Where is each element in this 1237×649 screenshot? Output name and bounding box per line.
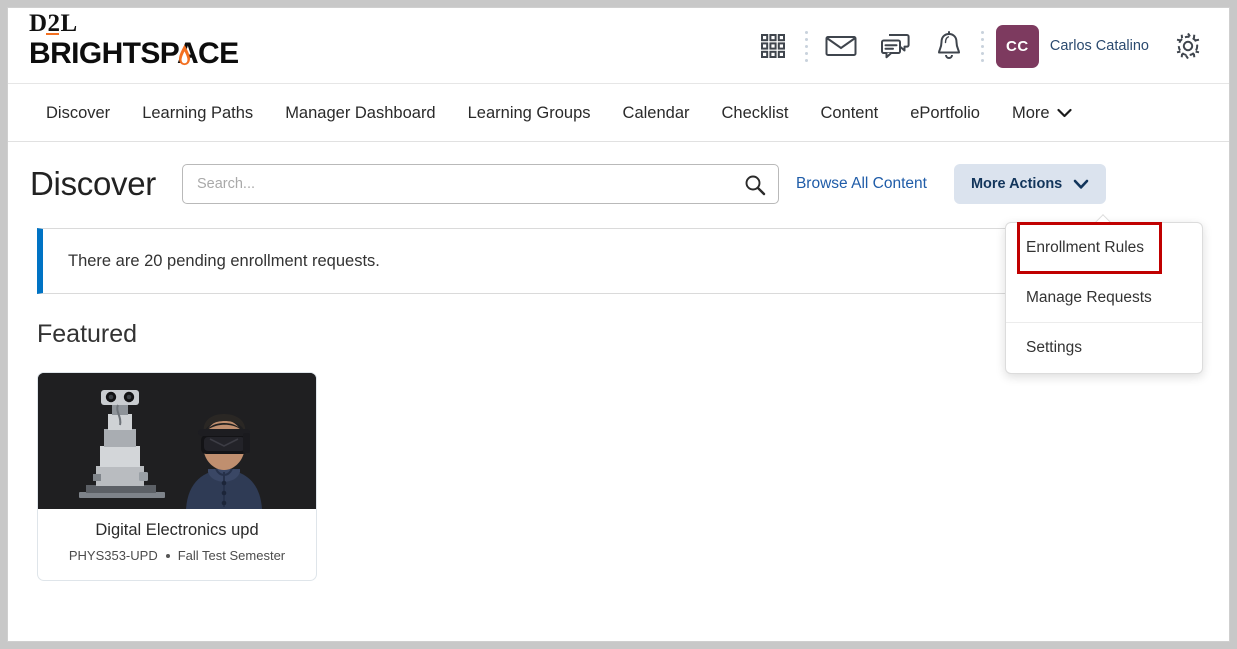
user-name-label[interactable]: Carlos Catalino bbox=[1050, 38, 1149, 54]
header-divider-dots-2 bbox=[976, 28, 990, 64]
header-actions: CC Carlos Catalino bbox=[746, 8, 1215, 84]
search-icon[interactable] bbox=[744, 174, 766, 201]
d2l-wordmark: D2L bbox=[29, 11, 78, 37]
course-semester: Fall Test Semester bbox=[177, 548, 286, 563]
main-navigation: Discover Learning Paths Manager Dashboar… bbox=[8, 84, 1229, 142]
meta-separator-dot bbox=[165, 553, 170, 558]
nav-item-more[interactable]: More bbox=[996, 85, 1088, 141]
nav-item-manager-dashboard[interactable]: Manager Dashboard bbox=[269, 85, 451, 141]
application-window: D2L BRIGHTSPACE CC Carlos Catalino Disco… bbox=[7, 7, 1230, 642]
nav-item-discover[interactable]: Discover bbox=[30, 85, 126, 141]
dropdown-item-manage-requests[interactable]: Manage Requests bbox=[1006, 273, 1202, 323]
brightspace-wordmark: BRIGHTSPACE bbox=[29, 37, 239, 71]
course-card-meta: PHYS353-UPD Fall Test Semester bbox=[46, 548, 308, 563]
avatar[interactable]: CC bbox=[995, 24, 1039, 68]
discover-toolbar: Discover Browse All Content More Actions bbox=[8, 154, 1229, 214]
bell-icon[interactable] bbox=[922, 19, 976, 73]
d2l-orange-underbar bbox=[46, 33, 59, 35]
email-icon[interactable] bbox=[814, 19, 868, 73]
course-card-title: Digital Electronics upd bbox=[95, 521, 259, 539]
more-actions-dropdown: Enrollment Rules Manage Requests Setting… bbox=[1005, 222, 1203, 374]
nav-item-learning-paths[interactable]: Learning Paths bbox=[126, 85, 269, 141]
top-header: D2L BRIGHTSPACE CC Carlos Catalino bbox=[8, 8, 1229, 84]
search-input[interactable] bbox=[182, 165, 723, 203]
dropdown-item-enrollment-rules[interactable]: Enrollment Rules bbox=[1017, 222, 1162, 274]
banner-text: There are 20 pending enrollment requests… bbox=[68, 251, 380, 270]
browse-all-content-link[interactable]: Browse All Content bbox=[796, 175, 927, 193]
nav-item-eportfolio[interactable]: ePortfolio bbox=[894, 85, 996, 141]
gear-icon[interactable] bbox=[1161, 19, 1215, 73]
dropdown-item-settings[interactable]: Settings bbox=[1006, 323, 1202, 373]
brightspace-wordmark-text: BRIGHTSPACE bbox=[29, 37, 239, 70]
course-code: PHYS353-UPD bbox=[68, 548, 158, 563]
header-divider-dots bbox=[800, 28, 814, 64]
course-card-image bbox=[38, 373, 316, 509]
more-actions-label: More Actions bbox=[970, 176, 1063, 192]
flame-icon bbox=[179, 44, 190, 66]
nav-item-content[interactable]: Content bbox=[804, 85, 894, 141]
search-box[interactable] bbox=[181, 164, 779, 204]
brightspace-logo[interactable]: D2L BRIGHTSPACE bbox=[29, 11, 289, 71]
course-card-body: Digital Electronics upd PHYS353-UPD Fall… bbox=[38, 509, 316, 580]
course-card[interactable]: Digital Electronics upd PHYS353-UPD Fall… bbox=[37, 372, 317, 581]
more-actions-button[interactable]: More Actions bbox=[953, 164, 1107, 204]
waffle-grid-icon[interactable] bbox=[746, 19, 800, 73]
nav-item-checklist[interactable]: Checklist bbox=[706, 85, 805, 141]
dropdown-arrow bbox=[1094, 214, 1111, 223]
chevron-down-icon bbox=[1056, 108, 1072, 117]
chevron-down-icon bbox=[1073, 179, 1089, 189]
chat-icon[interactable] bbox=[868, 19, 922, 73]
page-title: Discover bbox=[30, 165, 156, 202]
nav-item-learning-groups[interactable]: Learning Groups bbox=[452, 85, 607, 141]
nav-item-calendar[interactable]: Calendar bbox=[607, 85, 706, 141]
nav-item-more-label: More bbox=[1011, 103, 1050, 122]
